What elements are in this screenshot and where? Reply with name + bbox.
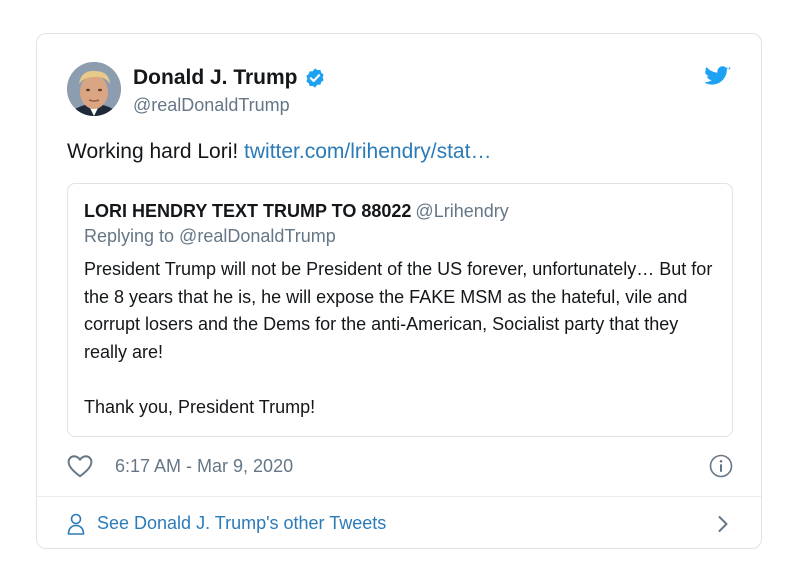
author-handle[interactable]: @realDonaldTrump [133,95,290,116]
verified-badge-icon [305,68,324,88]
tweet-text-body: Working hard Lori! [67,140,245,163]
quoted-paragraph: President Trump will not be President of… [84,259,713,362]
person-icon [67,513,85,535]
quoted-tweet-body: President Trump will not be President of… [84,256,724,421]
quoted-author-name: LORI HENDRY TEXT TRUMP TO 88022 [84,201,412,221]
tweet-link[interactable]: twitter.com/lrihendry/stat… [244,140,491,163]
quoted-replying-to: Replying to @realDonaldTrump [84,226,336,246]
author-name-text[interactable]: Donald J. Trump [133,66,298,90]
info-icon[interactable] [709,454,733,478]
author-name[interactable]: Donald J. Trump [133,66,326,90]
embedded-tweet-card: Donald J. Trump @realDonaldTrump Working… [36,33,762,549]
see-other-tweets-link[interactable]: See Donald J. Trump's other Tweets [37,497,761,549]
see-other-tweets-text[interactable]: See Donald J. Trump's other Tweets [97,513,386,534]
twitter-bird-icon[interactable] [705,66,731,88]
heart-icon[interactable] [67,454,93,478]
avatar[interactable] [67,62,121,116]
tweet-text: Working hard Lori! twitter.com/lrihendry… [67,140,491,164]
avatar-image [67,62,121,116]
chevron-right-icon [718,516,728,532]
quoted-tweet[interactable]: LORI HENDRY TEXT TRUMP TO 88022 @Lrihendr… [67,183,733,437]
quoted-author-handle: @Lrihendry [415,201,509,221]
quoted-paragraph: Thank you, President Trump! [84,396,316,417]
tweet-timestamp[interactable]: 6:17 AM - Mar 9, 2020 [115,456,293,477]
quoted-tweet-header: LORI HENDRY TEXT TRUMP TO 88022 @Lrihendr… [84,201,509,222]
